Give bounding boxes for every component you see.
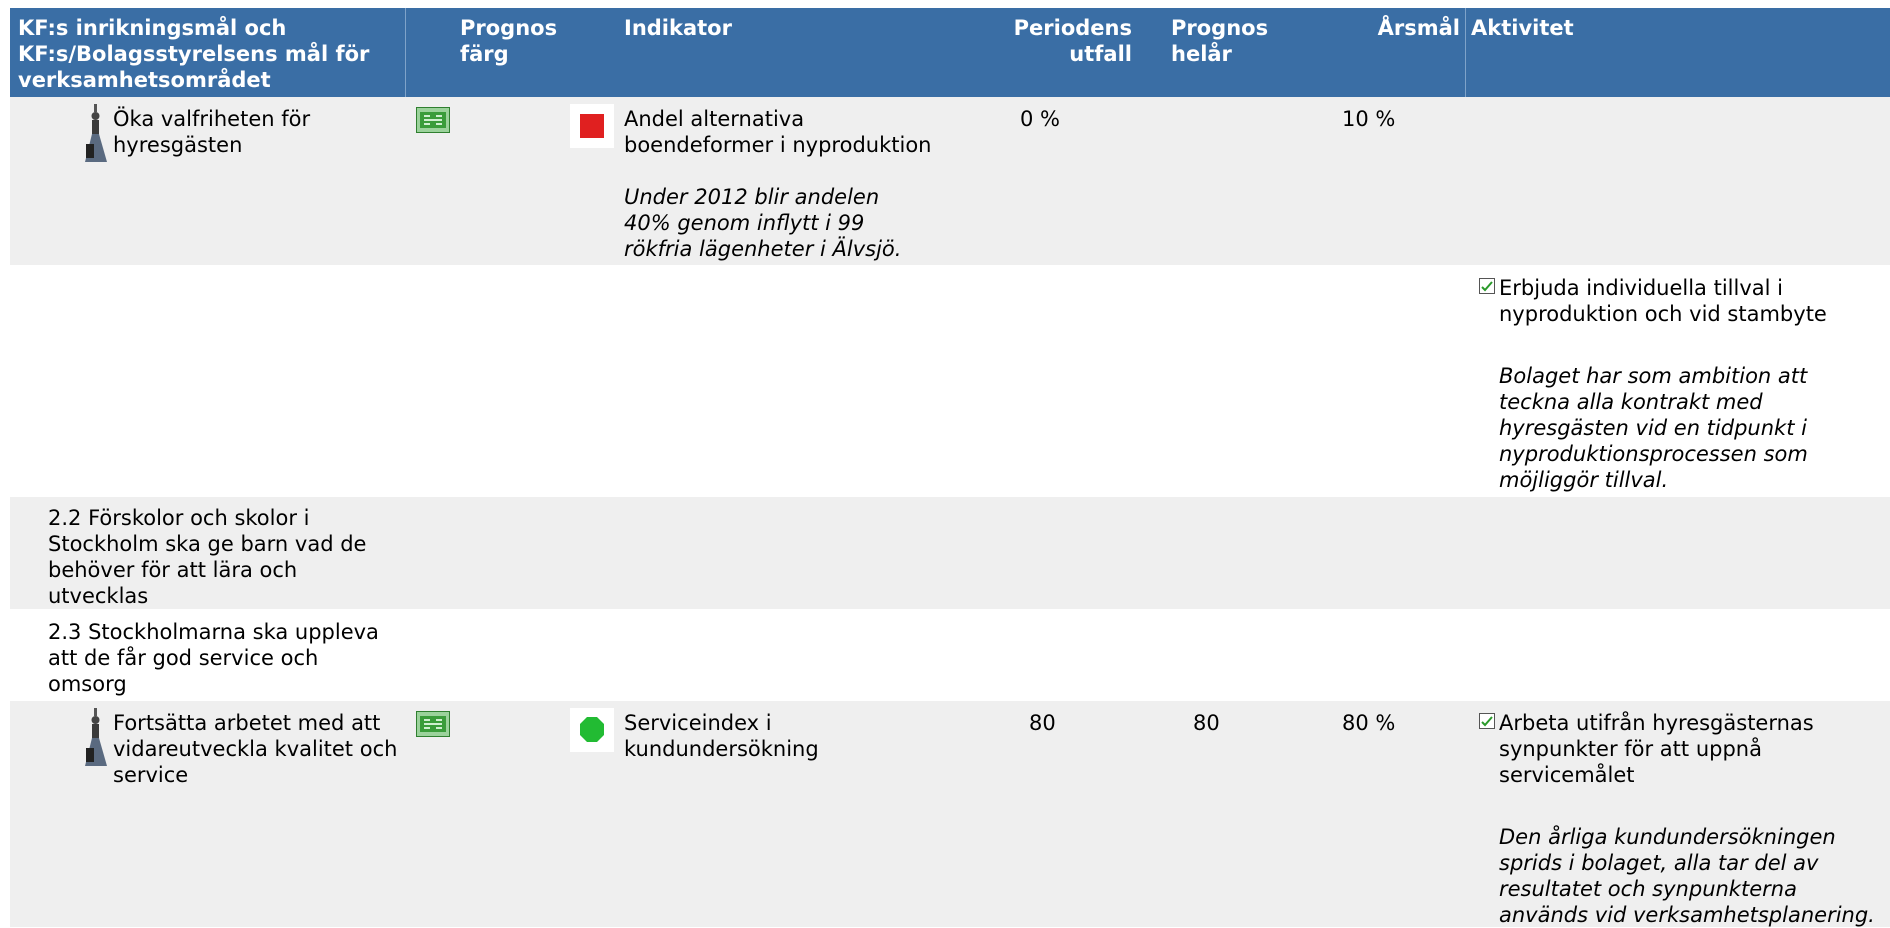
- header-prognos-helar: Prognos helår: [1171, 16, 1269, 66]
- indicator-comment: Under 2012 blir andelen 40% genom inflyt…: [624, 185, 902, 261]
- header-arsmal: Årsmål: [1377, 16, 1460, 40]
- status-box: [570, 104, 614, 148]
- arsmal-value: 80 %: [1342, 711, 1396, 735]
- header-periodens-utfall: Periodens utfall: [1013, 16, 1132, 66]
- goal-text: 2.2 Förskolor och skolor i Stockholm ska…: [48, 506, 367, 608]
- activity-check-icon: [1479, 713, 1495, 729]
- arsmal-value: 10 %: [1342, 107, 1396, 131]
- activity-comment: Bolaget har som ambition att teckna alla…: [1499, 364, 1808, 492]
- header-goal: KF:s inrikningsmål och KF:s/Bolagsstyrel…: [18, 16, 370, 92]
- periodens-utfall-value: 80: [1029, 711, 1056, 735]
- goal-text: Öka valfriheten för hyresgästen: [113, 107, 311, 157]
- prognos-helar-value: 80: [1193, 711, 1220, 735]
- prognos-green-icon: [416, 711, 450, 737]
- header-divider: [405, 8, 406, 97]
- header-divider: [1465, 8, 1466, 97]
- activity-comment: Den årliga kundundersökningen sprids i b…: [1499, 825, 1875, 927]
- goal-text: Fortsätta arbetet med att vidareutveckla…: [113, 711, 398, 787]
- periodens-utfall-value: 0 %: [1020, 107, 1060, 131]
- target-person-icon: [85, 104, 107, 162]
- indicator-text: Andel alternativa boendeformer i nyprodu…: [624, 107, 932, 157]
- activity-check-icon: [1479, 278, 1495, 294]
- header-prognos-farg: Prognos färg: [460, 16, 558, 66]
- target-person-icon: [85, 708, 107, 766]
- activity-text: Arbeta utifrån hyresgästernas synpunkter…: [1499, 711, 1814, 787]
- red-square-icon: [580, 114, 604, 138]
- green-octagon-icon: [580, 717, 604, 742]
- indicator-text: Serviceindex i kundundersökning: [624, 711, 819, 761]
- status-box: [570, 708, 614, 752]
- activity-text: Erbjuda individuella tillval i nyprodukt…: [1499, 276, 1827, 326]
- header-aktivitet: Aktivitet: [1471, 16, 1574, 40]
- prognos-green-icon: [416, 107, 450, 133]
- header-indikator: Indikator: [624, 16, 732, 40]
- goal-text: 2.3 Stockholmarna ska uppleva att de får…: [48, 620, 379, 696]
